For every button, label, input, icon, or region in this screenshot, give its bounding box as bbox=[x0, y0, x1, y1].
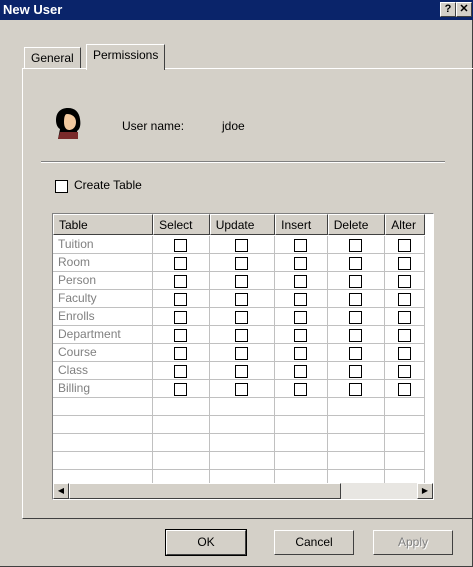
column-header-table[interactable]: Table bbox=[53, 214, 154, 235]
select-checkbox[interactable] bbox=[173, 329, 187, 342]
update-checkbox[interactable] bbox=[234, 347, 248, 360]
column-header-insert[interactable]: Insert bbox=[275, 214, 328, 235]
grid-header: Table Select Update Insert Delete Alter bbox=[53, 214, 425, 235]
tab-general-label: General bbox=[31, 51, 74, 65]
delete-checkbox[interactable] bbox=[349, 383, 363, 396]
alter-checkbox[interactable] bbox=[397, 311, 411, 324]
delete-checkbox[interactable] bbox=[349, 329, 363, 342]
delete-checkbox[interactable] bbox=[349, 293, 363, 306]
select-checkbox[interactable] bbox=[173, 293, 187, 306]
update-checkbox[interactable] bbox=[234, 365, 248, 378]
column-header-select[interactable]: Select bbox=[153, 214, 210, 235]
update-checkbox[interactable] bbox=[234, 293, 248, 306]
delete-checkbox[interactable] bbox=[349, 275, 363, 288]
scroll-thumb[interactable] bbox=[69, 483, 341, 499]
horizontal-scrollbar[interactable]: ◀ ▶ bbox=[53, 483, 433, 499]
empty-row bbox=[53, 434, 425, 452]
table-row: Enrolls bbox=[53, 308, 425, 326]
table-name: Billing bbox=[53, 380, 154, 398]
permissions-grid[interactable]: Table Select Update Insert Delete Alter … bbox=[52, 213, 434, 500]
table-row: Billing bbox=[53, 380, 425, 398]
user-avatar-icon bbox=[50, 105, 86, 141]
scroll-left-icon[interactable]: ◀ bbox=[53, 483, 69, 499]
insert-checkbox[interactable] bbox=[294, 257, 307, 270]
alter-checkbox[interactable] bbox=[397, 383, 411, 396]
column-header-delete[interactable]: Delete bbox=[327, 214, 386, 235]
insert-checkbox[interactable] bbox=[294, 293, 307, 306]
insert-checkbox[interactable] bbox=[294, 383, 307, 396]
table-row: Department bbox=[53, 326, 425, 344]
create-table-checkbox[interactable] bbox=[55, 180, 68, 193]
table-row: Course bbox=[53, 344, 425, 362]
title-bar[interactable]: New User ? ✕ bbox=[0, 0, 473, 20]
table-name: Person bbox=[53, 272, 154, 290]
table-row: Class bbox=[53, 362, 425, 380]
alter-checkbox[interactable] bbox=[397, 239, 411, 252]
grid-rows: Tuition Room Person Faculty Enrolls Depa… bbox=[53, 236, 425, 488]
select-checkbox[interactable] bbox=[173, 383, 187, 396]
insert-checkbox[interactable] bbox=[294, 311, 307, 324]
alter-checkbox[interactable] bbox=[397, 293, 411, 306]
alter-checkbox[interactable] bbox=[397, 347, 411, 360]
table-name: Room bbox=[53, 254, 154, 272]
update-checkbox[interactable] bbox=[234, 275, 248, 288]
table-row: Faculty bbox=[53, 290, 425, 308]
update-checkbox[interactable] bbox=[234, 329, 248, 342]
select-checkbox[interactable] bbox=[173, 257, 187, 270]
column-header-update[interactable]: Update bbox=[209, 214, 276, 235]
insert-checkbox[interactable] bbox=[294, 275, 307, 288]
table-row: Room bbox=[53, 254, 425, 272]
insert-checkbox[interactable] bbox=[294, 329, 307, 342]
scroll-right-icon[interactable]: ▶ bbox=[417, 483, 433, 499]
delete-checkbox[interactable] bbox=[349, 365, 363, 378]
alter-checkbox[interactable] bbox=[397, 329, 411, 342]
table-row: Tuition bbox=[53, 236, 425, 254]
window-title: New User bbox=[3, 2, 63, 17]
table-name: Enrolls bbox=[53, 308, 154, 326]
close-button[interactable]: ✕ bbox=[456, 2, 472, 17]
empty-row bbox=[53, 416, 425, 434]
alter-checkbox[interactable] bbox=[397, 257, 411, 270]
ok-button[interactable]: OK bbox=[165, 529, 247, 556]
update-checkbox[interactable] bbox=[234, 257, 248, 270]
empty-row bbox=[53, 398, 425, 416]
new-user-dialog: New User ? ✕ General Permissions User na… bbox=[0, 0, 473, 567]
delete-checkbox[interactable] bbox=[349, 347, 363, 360]
table-name: Faculty bbox=[53, 290, 154, 308]
cancel-button[interactable]: Cancel bbox=[274, 530, 354, 555]
table-name: Tuition bbox=[53, 236, 154, 254]
tab-permissions-label: Permissions bbox=[93, 48, 159, 62]
alter-checkbox[interactable] bbox=[397, 275, 411, 288]
select-checkbox[interactable] bbox=[173, 275, 187, 288]
apply-button[interactable]: Apply bbox=[373, 530, 453, 555]
empty-row bbox=[53, 452, 425, 470]
select-checkbox[interactable] bbox=[173, 365, 187, 378]
separator bbox=[41, 161, 445, 163]
user-name-value: jdoe bbox=[222, 119, 245, 133]
delete-checkbox[interactable] bbox=[349, 257, 363, 270]
help-button[interactable]: ? bbox=[440, 2, 456, 17]
delete-checkbox[interactable] bbox=[349, 311, 363, 324]
update-checkbox[interactable] bbox=[234, 383, 248, 396]
alter-checkbox[interactable] bbox=[397, 365, 411, 378]
update-checkbox[interactable] bbox=[234, 311, 248, 324]
insert-checkbox[interactable] bbox=[294, 347, 307, 360]
select-checkbox[interactable] bbox=[173, 311, 187, 324]
update-checkbox[interactable] bbox=[234, 239, 248, 252]
user-name-label: User name: bbox=[122, 119, 185, 133]
delete-checkbox[interactable] bbox=[349, 239, 363, 252]
insert-checkbox[interactable] bbox=[294, 239, 307, 252]
table-row: Person bbox=[53, 272, 425, 290]
table-name: Course bbox=[53, 344, 154, 362]
create-table-label[interactable]: Create Table bbox=[74, 178, 142, 192]
select-checkbox[interactable] bbox=[173, 239, 187, 252]
insert-checkbox[interactable] bbox=[294, 365, 307, 378]
tab-general[interactable]: General bbox=[24, 47, 81, 69]
select-checkbox[interactable] bbox=[173, 347, 187, 360]
table-name: Class bbox=[53, 362, 154, 380]
tab-permissions[interactable]: Permissions bbox=[86, 44, 166, 70]
column-header-alter[interactable]: Alter bbox=[385, 214, 425, 235]
table-name: Department bbox=[53, 326, 154, 344]
